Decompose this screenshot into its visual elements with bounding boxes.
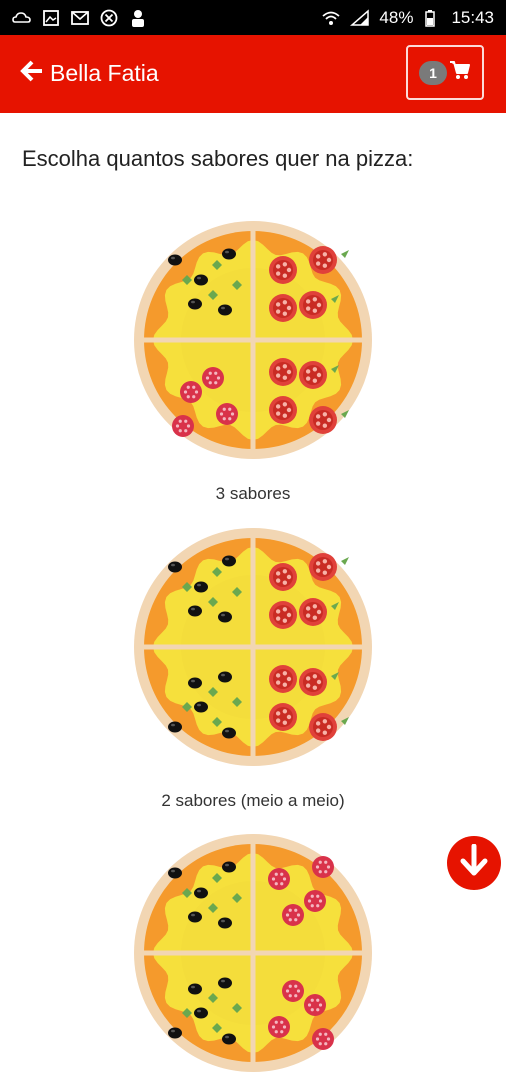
- pizza-3-flavors-image: [134, 221, 372, 459]
- cart-count-badge: 1: [419, 60, 447, 85]
- status-bar-right: 48% 15:43: [321, 8, 494, 28]
- cart-button[interactable]: 1: [406, 45, 484, 100]
- pizza-2-flavors-image: [134, 528, 372, 766]
- battery-icon: [422, 9, 442, 27]
- battery-percent: 48%: [379, 7, 414, 27]
- cloud-icon: [12, 9, 32, 27]
- app-title: Bella Fatia: [50, 59, 159, 86]
- pizza-option-next[interactable]: [0, 833, 506, 1073]
- status-bar: 48% 15:43: [0, 0, 506, 35]
- pizza-next-image: [134, 834, 372, 1072]
- close-circle-icon: [99, 9, 119, 27]
- mail-icon: [70, 9, 90, 27]
- arrow-left-icon: [20, 59, 44, 88]
- clock: 15:43: [451, 7, 494, 27]
- pizza-option-3-flavors[interactable]: 3 sabores: [0, 220, 506, 510]
- option-label: 3 sabores: [215, 484, 291, 503]
- status-bar-left: [12, 9, 148, 27]
- user-icon: [128, 9, 148, 27]
- cart-icon: [449, 60, 471, 85]
- image-icon: [41, 9, 61, 27]
- back-button[interactable]: Bella Fatia: [20, 55, 159, 91]
- pizza-option-2-flavors[interactable]: 2 sabores (meio a meio): [0, 527, 506, 817]
- page-prompt: Escolha quantos sabores quer na pizza:: [22, 146, 414, 171]
- wifi-icon: [321, 9, 341, 27]
- scroll-down-button[interactable]: [447, 836, 501, 890]
- app-bar: Bella Fatia 1: [0, 35, 506, 113]
- option-label: 2 sabores (meio a meio): [161, 791, 345, 810]
- signal-icon: [350, 8, 370, 27]
- arrow-down-icon: [459, 843, 489, 883]
